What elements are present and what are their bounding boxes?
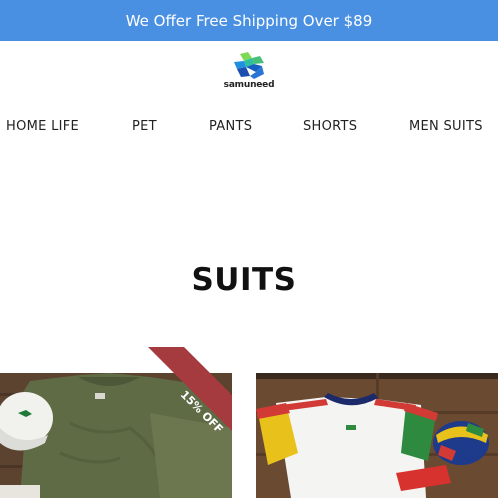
main-nav: HOME LIFE PET PANTS SHORTS MEN SUITS — [0, 119, 498, 139]
discount-badge: 15% OFF — [148, 347, 232, 431]
brand-logo[interactable]: samuneed — [0, 52, 498, 94]
product-card[interactable] — [256, 373, 498, 498]
nav-item-home-life[interactable]: HOME LIFE — [6, 119, 79, 134]
brand-name: samuneed — [223, 80, 275, 90]
announcement-bar: We Offer Free Shipping Over $89 — [0, 0, 498, 41]
nav-item-pants[interactable]: PANTS — [209, 119, 252, 134]
nav-item-men-suits[interactable]: MEN SUITS — [409, 119, 483, 134]
nav-item-pet[interactable]: PET — [132, 119, 157, 134]
announcement-text: We Offer Free Shipping Over $89 — [125, 11, 373, 30]
product-image — [256, 373, 498, 498]
cube-logo-icon — [234, 52, 264, 79]
collection-title: SUITS — [191, 262, 297, 298]
nav-item-shorts[interactable]: SHORTS — [303, 119, 357, 134]
